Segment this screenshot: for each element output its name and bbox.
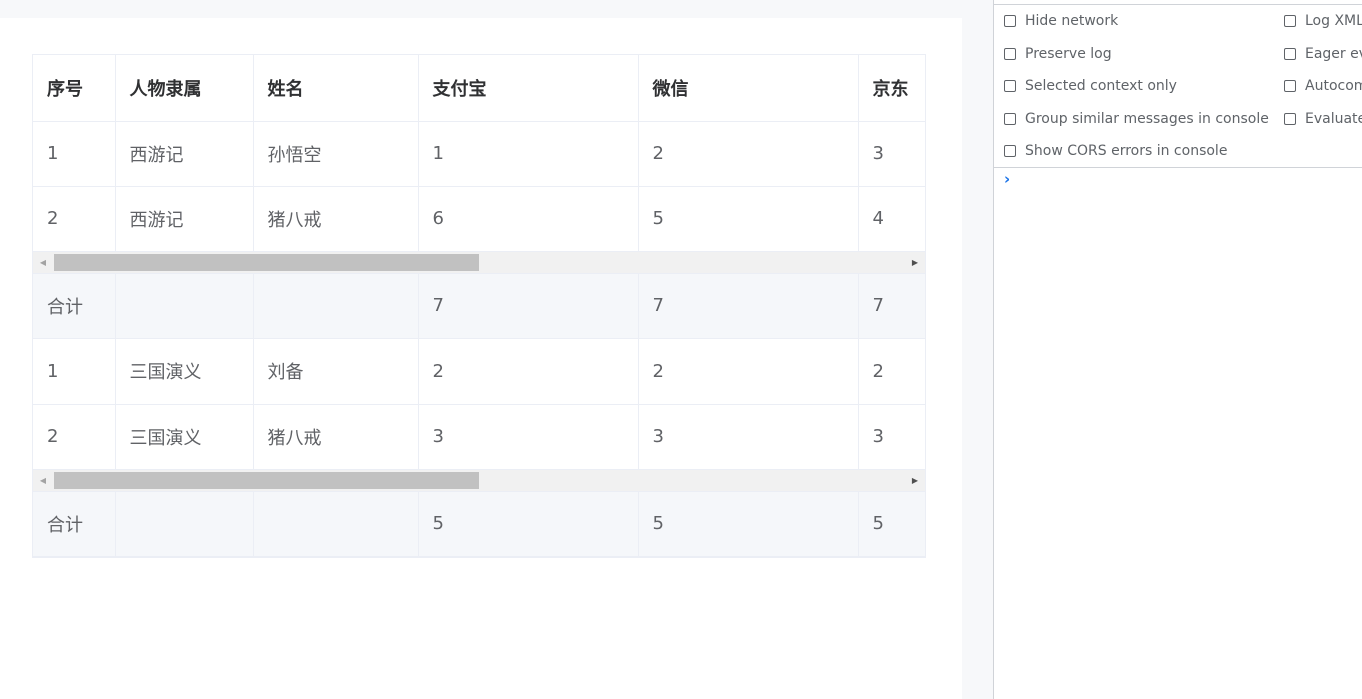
summary-cell: 5 xyxy=(418,491,639,557)
table-cell: 2 xyxy=(33,404,116,470)
content-right-strip xyxy=(962,0,993,699)
summary-table-1: 合计 7 7 7 xyxy=(33,273,925,339)
scroll-right-arrow-icon[interactable]: ▶ xyxy=(907,252,923,273)
checkbox[interactable] xyxy=(1004,80,1016,92)
top-strip xyxy=(0,0,962,18)
checkbox[interactable] xyxy=(1284,80,1296,92)
summary-row: 合计 5 5 5 xyxy=(33,491,925,557)
summary-cell: 5 xyxy=(638,491,859,557)
checkbox[interactable] xyxy=(1004,145,1016,157)
table-cell: 孙悟空 xyxy=(253,121,419,187)
header-cell-alipay: 支付宝 xyxy=(418,55,639,122)
summary-cell xyxy=(115,491,254,557)
table-cell: 刘备 xyxy=(253,339,419,405)
summary-cell: 合计 xyxy=(33,491,116,557)
table-cell: 4 xyxy=(858,186,925,252)
summary-cell: 7 xyxy=(638,273,859,339)
table-cell: 6 xyxy=(418,186,639,252)
table-cell: 2 xyxy=(418,339,639,405)
scrollbar-thumb[interactable] xyxy=(54,253,479,271)
checkbox[interactable] xyxy=(1284,48,1296,60)
option-eager-evaluation[interactable]: Eager evaluation xyxy=(1284,43,1362,65)
option-selected-context-only[interactable]: Selected context only xyxy=(1004,75,1177,97)
option-hide-network[interactable]: Hide network xyxy=(1004,10,1118,32)
console-settings: Hide network Preserve log Selected conte… xyxy=(994,4,1362,168)
table-cell: 1 xyxy=(33,121,116,187)
option-log-xmlhttprequests[interactable]: Log XMLHttpRequests xyxy=(1284,10,1362,32)
summary-cell: 合计 xyxy=(33,273,116,339)
content-area: 序号 人物隶属 姓名 支付宝 微信 京东 1 西游记 孙悟空 1 2 3 2 西… xyxy=(0,0,962,699)
table-cell: 2 xyxy=(638,339,859,405)
header-cell-affiliation: 人物隶属 xyxy=(115,55,254,122)
table-cell: 3 xyxy=(418,404,639,470)
table-cell: 西游记 xyxy=(115,186,254,252)
summary-cell: 7 xyxy=(858,273,925,339)
table-row: 2 西游记 猪八戒 6 5 4 xyxy=(33,186,925,252)
table-grid-1: 序号 人物隶属 姓名 支付宝 微信 京东 1 西游记 孙悟空 1 2 3 2 西… xyxy=(33,55,925,252)
summary-cell: 7 xyxy=(418,273,639,339)
checkbox[interactable] xyxy=(1284,113,1296,125)
option-preserve-log[interactable]: Preserve log xyxy=(1004,43,1112,65)
console-prompt-chevron-icon[interactable]: › xyxy=(1004,170,1010,188)
table-cell: 3 xyxy=(638,404,859,470)
summary-cell xyxy=(115,273,254,339)
header-cell-jd: 京东 xyxy=(858,55,925,122)
table-section-1: 序号 人物隶属 姓名 支付宝 微信 京东 1 西游记 孙悟空 1 2 3 2 西… xyxy=(33,55,925,339)
table-row: 2 三国演义 猪八戒 3 3 3 xyxy=(33,404,925,470)
table-row: 1 三国演义 刘备 2 2 2 xyxy=(33,339,925,405)
table-row: 1 西游记 孙悟空 1 2 3 xyxy=(33,121,925,187)
header-cell-index: 序号 xyxy=(33,55,116,122)
header-cell-wechat: 微信 xyxy=(638,55,859,122)
devtools-console-panel: Hide network Preserve log Selected conte… xyxy=(993,0,1362,699)
checkbox[interactable] xyxy=(1284,15,1296,27)
table-cell: 3 xyxy=(858,404,925,470)
table-cell: 西游记 xyxy=(115,121,254,187)
data-table: 序号 人物隶属 姓名 支付宝 微信 京东 1 西游记 孙悟空 1 2 3 2 西… xyxy=(32,54,926,558)
checkbox[interactable] xyxy=(1004,48,1016,60)
horizontal-scrollbar[interactable]: ◀ ▶ xyxy=(33,251,925,274)
table-cell: 2 xyxy=(858,339,925,405)
table-section-2: 1 三国演义 刘备 2 2 2 2 三国演义 猪八戒 3 3 3 ◀ ▶ 合计 … xyxy=(33,339,925,557)
table-cell: 1 xyxy=(33,339,116,405)
table-grid-2: 1 三国演义 刘备 2 2 2 2 三国演义 猪八戒 3 3 3 xyxy=(33,339,925,470)
table-header-row: 序号 人物隶属 姓名 支付宝 微信 京东 xyxy=(33,55,925,122)
checkbox[interactable] xyxy=(1004,113,1016,125)
table-cell: 2 xyxy=(33,186,116,252)
header-cell-name: 姓名 xyxy=(253,55,419,122)
table-cell: 5 xyxy=(638,186,859,252)
option-evaluate-triggers[interactable]: Evaluate triggers user activation xyxy=(1284,108,1362,130)
page: 序号 人物隶属 姓名 支付宝 微信 京东 1 西游记 孙悟空 1 2 3 2 西… xyxy=(0,0,1362,699)
summary-cell: 5 xyxy=(858,491,925,557)
summary-cell xyxy=(253,273,419,339)
table-cell: 三国演义 xyxy=(115,339,254,405)
summary-cell xyxy=(253,491,419,557)
summary-table-2: 合计 5 5 5 xyxy=(33,491,925,557)
scroll-left-arrow-icon[interactable]: ◀ xyxy=(35,252,51,273)
table-cell: 猪八戒 xyxy=(253,404,419,470)
option-show-cors-errors[interactable]: Show CORS errors in console xyxy=(1004,140,1227,162)
table-cell: 猪八戒 xyxy=(253,186,419,252)
scroll-left-arrow-icon[interactable]: ◀ xyxy=(35,470,51,491)
option-group-similar[interactable]: Group similar messages in console xyxy=(1004,108,1269,130)
scroll-right-arrow-icon[interactable]: ▶ xyxy=(907,470,923,491)
table-cell: 三国演义 xyxy=(115,404,254,470)
option-autocomplete-history[interactable]: Autocomplete from history xyxy=(1284,75,1362,97)
summary-row: 合计 7 7 7 xyxy=(33,273,925,339)
horizontal-scrollbar[interactable]: ◀ ▶ xyxy=(33,469,925,492)
scrollbar-thumb[interactable] xyxy=(54,471,479,489)
checkbox[interactable] xyxy=(1004,15,1016,27)
table-cell: 1 xyxy=(418,121,639,187)
table-cell: 3 xyxy=(858,121,925,187)
table-cell: 2 xyxy=(638,121,859,187)
